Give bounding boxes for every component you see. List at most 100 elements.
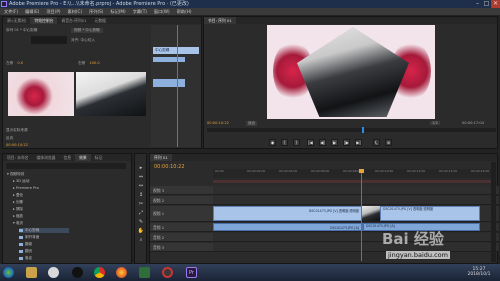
tree-center-peel[interactable]: 中心剪裁 — [19, 228, 69, 233]
program-timecode-left[interactable]: 00:00:10:22 — [207, 121, 229, 125]
pen-tool-icon[interactable]: ✎ — [137, 218, 145, 227]
param-value-right[interactable]: 100.0 — [89, 61, 99, 65]
explorer-icon[interactable] — [26, 267, 37, 278]
tab-info[interactable]: 信息 — [59, 154, 75, 161]
program-playhead[interactable] — [362, 127, 364, 133]
track-header-a2[interactable]: 音频 2 — [150, 233, 213, 241]
timeline-ruler[interactable]: 00:00 00:00:02:00 00:00:04:00 00:00:06:0… — [213, 169, 495, 178]
tree-premiere-pro[interactable]: ▸ Premiere Pro — [13, 186, 39, 190]
slip-tool-icon[interactable]: ⤢ — [137, 209, 145, 218]
media-player-icon[interactable] — [48, 267, 59, 278]
tree-peel-back[interactable]: 剥开背面 — [19, 235, 39, 240]
clip-dropdown[interactable]: 视频 * 中心剪辑 — [71, 28, 103, 33]
tree-dissolve[interactable]: ▸ 叠化 — [13, 193, 23, 198]
video-clip-1[interactable]: DSC01473.JPG [V] 透明度:透明度 — [213, 206, 363, 221]
mark-out-button[interactable]: } — [293, 139, 300, 146]
ripple-edit-tool-icon[interactable]: ↔ — [137, 182, 145, 191]
go-to-in-button[interactable]: |◀ — [307, 139, 314, 146]
tab-project[interactable]: 项目: 未命名 — [3, 154, 32, 161]
timeline-playhead[interactable] — [361, 169, 362, 261]
track-header-a1[interactable]: 音频 1 — [150, 223, 213, 231]
menu-title[interactable]: 字幕(T) — [133, 8, 147, 15]
track-header-v2[interactable]: 视频 2 — [150, 196, 213, 204]
tab-program[interactable]: 节目: 序列 01 — [204, 17, 236, 24]
tab-effect-controls[interactable]: 特效控制台 — [30, 17, 58, 24]
qq-icon[interactable] — [72, 267, 83, 278]
record-icon[interactable] — [162, 267, 173, 278]
tab-media-browser[interactable]: 媒体浏览器 — [32, 154, 59, 161]
chrome-icon[interactable] — [94, 267, 105, 278]
reverse-checkbox[interactable]: 反向 — [6, 136, 13, 141]
clock[interactable]: 15:27 2018/10/1 — [462, 267, 496, 277]
firefox-icon[interactable] — [116, 267, 127, 278]
menu-marker[interactable]: 标记(M) — [110, 8, 125, 15]
menu-edit[interactable]: 编辑(E) — [25, 8, 39, 15]
tree-page-peel[interactable]: ▾ 卷页 — [13, 221, 23, 226]
show-actual-sources-checkbox[interactable]: 显示实际来源 — [6, 128, 28, 133]
premiere-taskbar-icon[interactable]: Pr — [186, 267, 197, 278]
tree-wipe[interactable]: ▸ 擦除 — [13, 207, 23, 212]
close-button[interactable]: ✕ — [491, 0, 500, 8]
program-scrubber[interactable] — [207, 127, 496, 133]
maximize-button[interactable]: □ — [482, 0, 491, 8]
hand-tool-icon[interactable]: ✋ — [137, 227, 145, 236]
rate-stretch-tool-icon[interactable]: ↕ — [137, 191, 145, 200]
minimize-button[interactable]: – — [473, 0, 482, 8]
param-value-left[interactable]: 0.0 — [17, 61, 23, 65]
tree-3d-motion[interactable]: ▸ 3D 运动 — [13, 179, 29, 184]
step-back-button[interactable]: ◀| — [319, 139, 326, 146]
menu-window[interactable]: 窗口(W) — [154, 8, 170, 15]
track-header-a3[interactable]: 音频 3 — [150, 243, 213, 251]
tree-page-peel-item[interactable]: 翻页 — [19, 249, 32, 254]
zoom-dropdown[interactable]: 1/2 — [430, 121, 440, 125]
tree-zoom[interactable]: ▸ 缩放 — [13, 214, 23, 219]
tree-iris[interactable]: ▸ 划像 — [13, 200, 23, 205]
timeline-scrollbar[interactable] — [491, 162, 496, 262]
video-clip-2[interactable]: DSC01475.JPG [V] 透明度:透明度 — [380, 206, 480, 221]
ruler-label: 00:00:06:00 — [311, 169, 330, 173]
menu-help[interactable]: 帮助(H) — [177, 8, 192, 15]
fit-dropdown[interactable]: 适合 — [246, 121, 258, 126]
track-select-tool-icon[interactable]: ⇔ — [137, 173, 145, 182]
track-header-v1[interactable]: 视频 1 — [150, 206, 213, 221]
lift-button[interactable]: ⤹ — [373, 139, 380, 146]
step-forward-button[interactable]: |▶ — [343, 139, 350, 146]
menu-clip[interactable]: 素材(C) — [68, 8, 83, 15]
mini-clip-a[interactable] — [153, 57, 185, 62]
mini-clip-b[interactable] — [153, 79, 185, 87]
tree-page-turn[interactable]: 翻卷 — [19, 242, 32, 247]
folder-icon[interactable] — [139, 267, 150, 278]
tree-roll-away[interactable]: 卷走 — [19, 256, 32, 261]
razor-tool-icon[interactable]: ✂ — [137, 200, 145, 209]
transition-clip-thumbnail[interactable] — [362, 206, 380, 221]
program-video-frame — [267, 25, 435, 119]
tab-audio-mixer[interactable]: 调音台:序列01 — [57, 17, 90, 24]
ruler-label: 00:00 — [215, 169, 224, 173]
tab-metadata[interactable]: 元数据 — [91, 17, 110, 24]
mini-playhead[interactable] — [177, 25, 178, 147]
playhead-handle[interactable] — [359, 169, 364, 173]
tree-video-effects[interactable]: ▾ 视频特效 — [7, 172, 24, 177]
menu-file[interactable]: 文件(F) — [4, 8, 18, 15]
menu-sequence[interactable]: 序列(S) — [89, 8, 103, 15]
menu-project[interactable]: 项目(P) — [46, 8, 60, 15]
zoom-tool-icon[interactable]: ⌕ — [137, 236, 145, 245]
mark-in-button[interactable]: { — [281, 139, 288, 146]
add-marker-button[interactable]: ◆ — [269, 139, 276, 146]
tab-markers[interactable]: 标记 — [91, 154, 107, 161]
timeline-timecode[interactable]: 00:00:10:22 — [154, 164, 185, 170]
work-area-bar[interactable] — [213, 180, 495, 183]
ruler-label: 00:00:14:00 — [439, 169, 458, 173]
start-orb-icon[interactable] — [3, 267, 14, 278]
play-button[interactable]: ▶ — [331, 139, 338, 146]
tab-sequence-01[interactable]: 序列 01 — [150, 154, 172, 161]
tab-effects[interactable]: 效果 — [75, 154, 91, 161]
export-frame-button[interactable]: ⊕ — [385, 139, 392, 146]
audio-clip-1[interactable]: DSC01473.JPG [A] — [213, 223, 363, 231]
selection-tool-icon[interactable]: ▸ — [137, 164, 145, 173]
track-header-v3[interactable]: 视频 3 — [150, 186, 213, 194]
tab-source[interactable]: 源:(无素材) — [3, 17, 30, 24]
effects-search-input[interactable] — [6, 163, 126, 169]
go-to-out-button[interactable]: ▶| — [355, 139, 362, 146]
ruler-label: 00:00:04:00 — [279, 169, 298, 173]
